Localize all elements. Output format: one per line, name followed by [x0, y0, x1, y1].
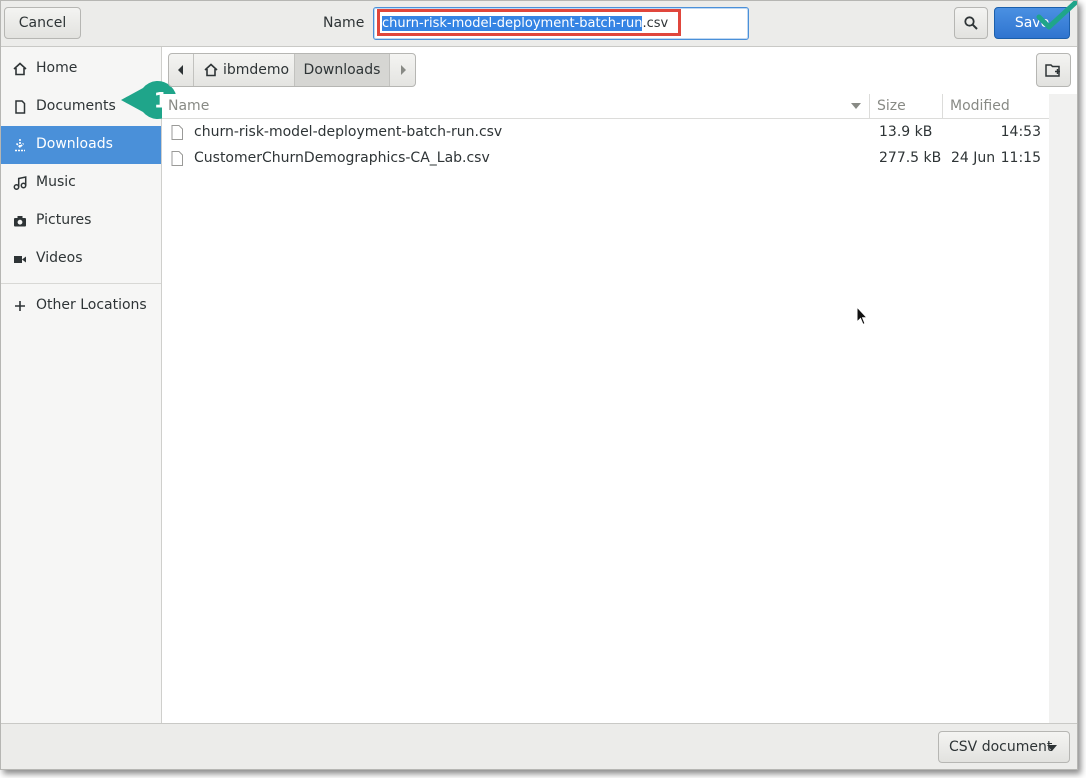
file-date: 24 Jun — [951, 150, 996, 166]
chevron-down-icon — [1047, 745, 1057, 751]
new-folder-icon — [1045, 64, 1060, 77]
file-name: CustomerChurnDemographics-CA_Lab.csv — [194, 150, 490, 166]
file-row[interactable]: CustomerChurnDemographics-CA_Lab.csv 277… — [162, 146, 1049, 172]
header-bar: Cancel Name churn-risk-model-deployment-… — [1, 1, 1077, 47]
home-icon — [13, 62, 27, 76]
footer-bar: CSV document — [1, 723, 1077, 769]
search-icon — [964, 16, 978, 30]
places-sidebar: Home Documents Downloads Music Pictures … — [1, 47, 162, 723]
file-time: 11:15 — [1000, 150, 1041, 166]
file-name: churn-risk-model-deployment-batch-run.cs… — [194, 124, 503, 140]
camera-icon — [14, 216, 26, 227]
sidebar-item-label: Documents — [36, 98, 116, 114]
file-size: 277.5 kB — [879, 150, 942, 166]
sort-descending-icon — [851, 103, 861, 109]
save-file-dialog: Cancel Name churn-risk-model-deployment-… — [0, 0, 1078, 770]
file-icon — [171, 125, 183, 140]
file-size: 13.9 kB — [879, 124, 933, 140]
mouse-cursor-icon — [856, 306, 868, 326]
column-header-size[interactable]: Size — [870, 94, 943, 119]
path-segment-home[interactable]: ibmdemo — [194, 54, 295, 86]
name-label: Name — [323, 15, 365, 31]
search-button[interactable] — [954, 7, 988, 39]
path-segment-label: ibmdemo — [223, 62, 290, 78]
sidebar-item-videos[interactable]: Videos — [1, 240, 161, 278]
sidebar-item-label: Other Locations — [36, 297, 147, 313]
column-header-modified[interactable]: Modified — [943, 94, 1049, 119]
music-icon — [13, 176, 27, 190]
sidebar-item-label: Music — [36, 174, 76, 190]
file-type-filter-dropdown[interactable]: CSV document — [938, 731, 1070, 763]
path-forward-button[interactable] — [390, 54, 416, 86]
chevron-left-icon — [178, 65, 183, 75]
path-back-button[interactable] — [169, 54, 194, 86]
sidebar-item-music[interactable]: Music — [1, 164, 161, 202]
plus-icon — [15, 301, 25, 311]
download-icon — [15, 139, 25, 152]
file-time: 14:53 — [1000, 124, 1041, 140]
sidebar-item-label: Videos — [36, 250, 83, 266]
file-row[interactable]: churn-risk-model-deployment-batch-run.cs… — [162, 120, 1049, 146]
column-header-name[interactable]: Name — [162, 94, 870, 119]
sidebar-item-other-locations[interactable]: Other Locations — [1, 287, 161, 325]
file-icon — [171, 151, 183, 166]
document-icon — [15, 100, 26, 114]
scrollbar[interactable] — [1049, 94, 1077, 723]
filename-highlight-annotation — [377, 9, 681, 36]
path-bar: ibmdemo Downloads — [168, 53, 416, 87]
sidebar-separator — [1, 283, 161, 284]
filter-label: CSV document — [949, 739, 1053, 755]
sidebar-item-label: Home — [36, 60, 78, 76]
sidebar-item-label: Pictures — [36, 212, 92, 228]
file-list[interactable]: Name Size Modified churn-risk-model-depl… — [162, 94, 1049, 723]
new-folder-button[interactable] — [1036, 53, 1071, 87]
sidebar-item-pictures[interactable]: Pictures — [1, 202, 161, 240]
sidebar-item-downloads[interactable]: Downloads — [1, 126, 161, 164]
cancel-button[interactable]: Cancel — [4, 7, 81, 39]
home-icon — [204, 63, 218, 77]
path-segment-downloads[interactable]: Downloads — [295, 54, 390, 86]
chevron-right-icon — [401, 65, 406, 75]
video-icon — [14, 256, 26, 263]
checkmark-icon — [1036, 1, 1077, 30]
sidebar-item-label: Downloads — [36, 136, 113, 152]
